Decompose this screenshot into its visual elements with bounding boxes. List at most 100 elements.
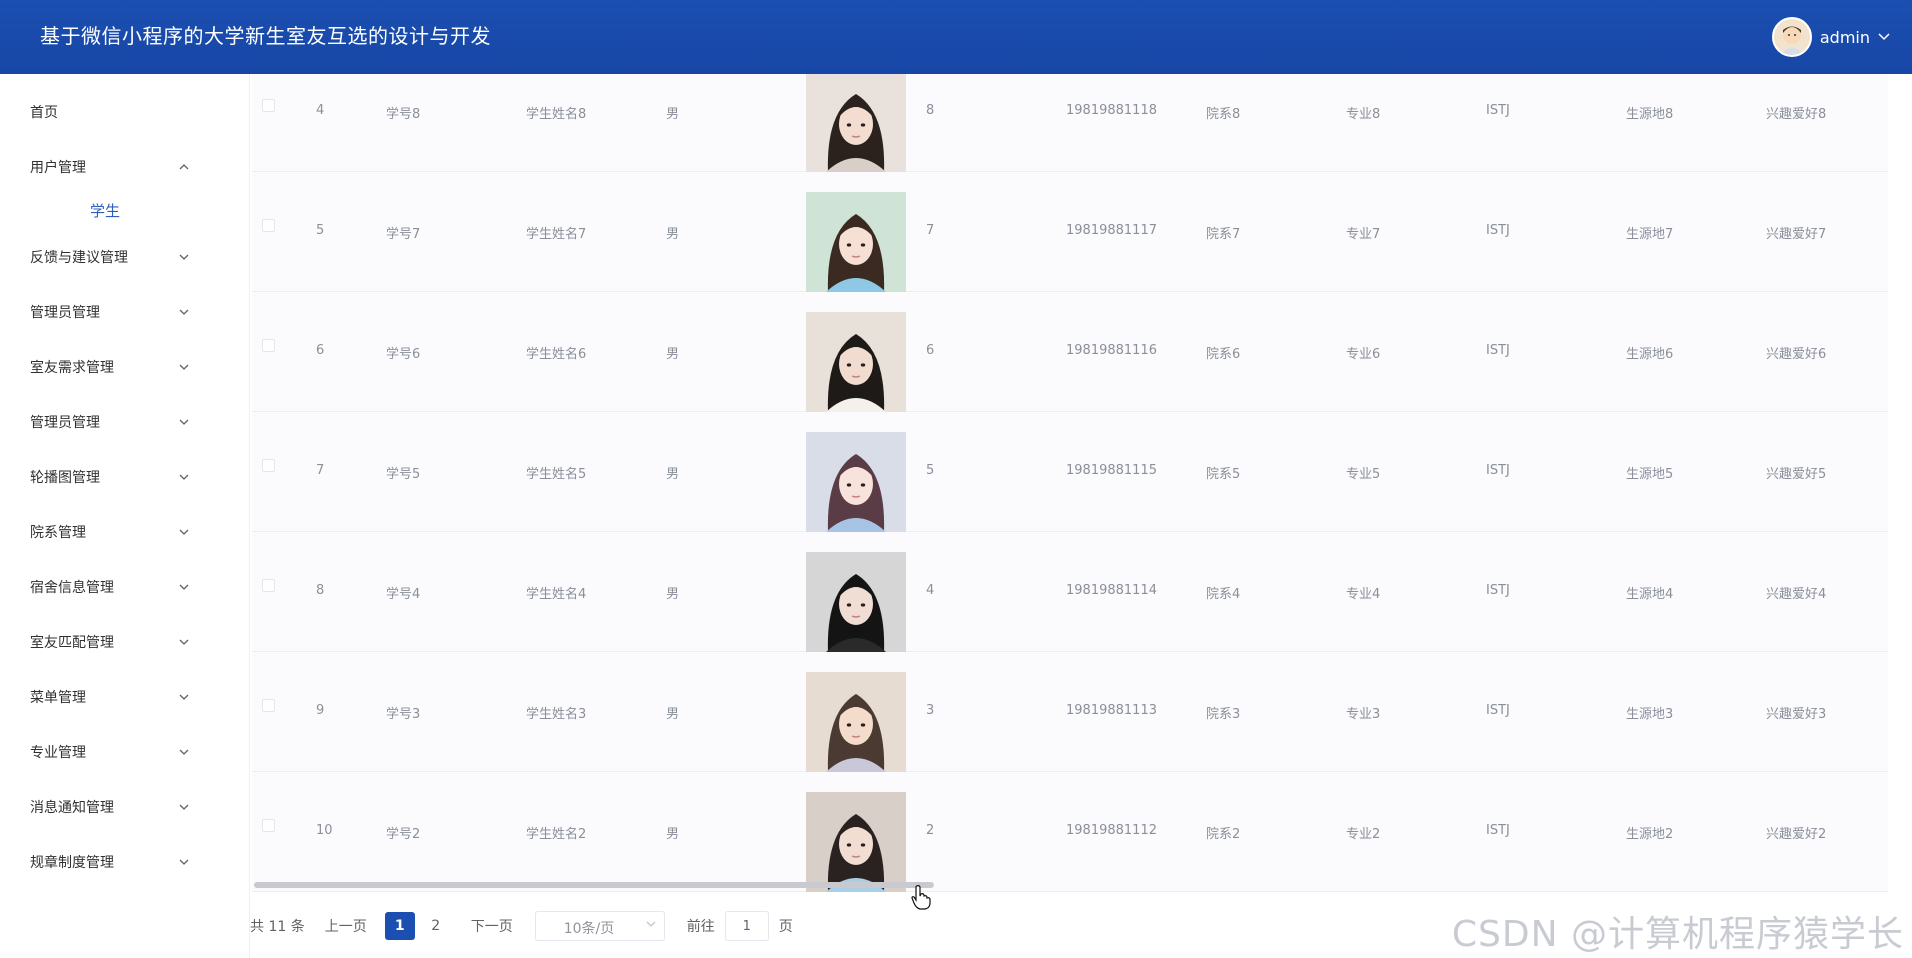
cell-dept: 院系8 [1206, 107, 1241, 122]
sidebar-item-8[interactable]: 宿舍信息管理 [0, 567, 250, 607]
sidebar-item-9[interactable]: 室友匹配管理 [0, 622, 250, 662]
row-checkbox[interactable] [262, 459, 275, 472]
student-photo [806, 672, 906, 772]
sidebar-item-3[interactable]: 管理员管理 [0, 292, 250, 332]
table-row[interactable]: 8 学号4 学生姓名4 男 4 19819881114 院系4 专业4 ISTJ 生源地4 兴趣爱好… [252, 532, 1888, 652]
sidebar-item-4[interactable]: 室友需求管理 [0, 347, 250, 387]
sidebar-item-6[interactable]: 轮播图管理 [0, 457, 250, 497]
cell-student-no: 学号5 [386, 467, 421, 482]
table-row[interactable]: 9 学号3 学生姓名3 男 3 19819881113 院系3 专业3 ISTJ 生源地3 兴趣爱好… [252, 652, 1888, 772]
page-1-button[interactable]: 1 [384, 912, 415, 940]
row-checkbox[interactable] [262, 579, 275, 592]
row-checkbox[interactable] [262, 219, 275, 232]
table-row[interactable]: 5 学号7 学生姓名7 男 7 19819881117 院系7 专业7 ISTJ 生源地7 兴趣爱好… [252, 172, 1888, 292]
avatar[interactable] [1771, 17, 1812, 57]
horizontal-scrollbar[interactable] [254, 882, 934, 888]
table-row[interactable]: 6 学号6 学生姓名6 男 6 19819881116 院系6 专业6 ISTJ 生源地6 兴趣爱好… [252, 292, 1888, 412]
page-size-select[interactable]: 10条/页 [534, 911, 665, 941]
page-word-label: 页 [778, 919, 793, 935]
sidebar-item-label: 院系管理 [30, 525, 86, 541]
cell-name: 学生姓名3 [526, 707, 587, 722]
sidebar-item-label: 管理员管理 [30, 415, 100, 431]
chevron-down-icon [646, 918, 656, 931]
sidebar-subitem-label: 学生 [90, 202, 121, 220]
cell-origin: 生源地2 [1626, 827, 1674, 842]
chevron-down-icon [178, 743, 190, 755]
sidebar-item-1[interactable]: 用户管理 [0, 147, 250, 187]
cell-name: 学生姓名5 [526, 467, 587, 482]
prev-page-button[interactable]: 上一页 [325, 916, 367, 936]
student-photo [806, 74, 906, 172]
table-row[interactable]: 4 学号8 学生姓名8 男 8 19819881118 院系8 专业8 ISTJ 生源地8 兴趣爱好… [252, 74, 1888, 172]
chevron-down-icon[interactable] [1878, 30, 1890, 44]
cell-name: 学生姓名8 [526, 107, 587, 122]
sidebar-item-13[interactable]: 规章制度管理 [0, 842, 250, 882]
cell-student-no: 学号7 [386, 227, 421, 242]
cell-index: 9 [316, 703, 325, 718]
cell-gender: 男 [666, 107, 680, 122]
app-title: 基于微信小程序的大学新生室友互选的设计与开发 [40, 24, 491, 48]
row-checkbox[interactable] [262, 819, 275, 832]
sidebar-item-label: 反馈与建议管理 [30, 250, 128, 266]
sidebar-item-label: 菜单管理 [30, 690, 86, 706]
sidebar-item-0[interactable]: 首页 [0, 92, 250, 132]
top-header: 基于微信小程序的大学新生室友互选的设计与开发 admin [0, 0, 1912, 74]
cell-mbti: ISTJ [1486, 103, 1510, 118]
user-name[interactable]: admin [1820, 28, 1870, 47]
cell-index: 4 [316, 103, 325, 118]
student-photo [806, 312, 906, 412]
sidebar-item-7[interactable]: 院系管理 [0, 512, 250, 552]
row-checkbox[interactable] [262, 339, 275, 352]
cell-dept: 院系4 [1206, 587, 1241, 602]
cell-mbti: ISTJ [1486, 703, 1510, 718]
sidebar-item-label: 消息通知管理 [30, 800, 114, 816]
sidebar-item-11[interactable]: 专业管理 [0, 732, 250, 772]
user-menu[interactable]: admin [1771, 16, 1890, 58]
cell-student-no: 学号2 [386, 827, 421, 842]
next-page-button[interactable]: 下一页 [471, 916, 513, 936]
student-photo [806, 192, 906, 292]
cell-origin: 生源地6 [1626, 347, 1674, 362]
cell-gender: 男 [666, 347, 680, 362]
chevron-down-icon [178, 523, 190, 535]
sidebar-item-2[interactable]: 反馈与建议管理 [0, 237, 250, 277]
cell-major: 专业7 [1346, 227, 1381, 242]
table-row[interactable]: 7 学号5 学生姓名5 男 5 19819881115 院系5 专业5 ISTJ 生源地5 兴趣爱好… [252, 412, 1888, 532]
hand-cursor-icon [910, 884, 932, 910]
cell-n: 4 [926, 583, 935, 598]
cell-dept: 院系6 [1206, 347, 1241, 362]
cell-major: 专业5 [1346, 467, 1381, 482]
cell-phone: 19819881113 [1066, 703, 1157, 718]
chevron-down-icon [178, 413, 190, 425]
sidebar-item-10[interactable]: 菜单管理 [0, 677, 250, 717]
sidebar: 首页 用户管理 学生 反馈与建议管理 管理员管理 室友需求管理 管理员管理 轮播图管理 院系管理… [0, 74, 250, 958]
cell-student-no: 学号8 [386, 107, 421, 122]
cell-dept: 院系5 [1206, 467, 1241, 482]
cell-origin: 生源地4 [1626, 587, 1674, 602]
student-photo [806, 432, 906, 532]
chevron-down-icon [178, 688, 190, 700]
sidebar-subitem-0[interactable]: 学生 [0, 190, 250, 230]
cell-index: 5 [316, 223, 325, 238]
table-row[interactable]: 10 学号2 学生姓名2 男 2 19819881112 院系2 专业2 ISTJ 生源地2 兴趣爱… [252, 772, 1888, 892]
sidebar-item-5[interactable]: 管理员管理 [0, 402, 250, 442]
cell-mbti: ISTJ [1486, 223, 1510, 238]
cell-name: 学生姓名7 [526, 227, 587, 242]
sidebar-item-label: 宿舍信息管理 [30, 580, 114, 596]
student-photo [806, 552, 906, 652]
pagination-total: 共 11 条 [250, 919, 305, 935]
row-checkbox[interactable] [262, 699, 275, 712]
sidebar-item-label: 首页 [30, 105, 58, 121]
cell-dept: 院系7 [1206, 227, 1241, 242]
sidebar-item-12[interactable]: 消息通知管理 [0, 787, 250, 827]
goto-page-input[interactable] [724, 911, 769, 941]
main-content: 4 学号8 学生姓名8 男 8 19819881118 院系8 专业8 ISTJ 生源地8 兴趣爱好… [252, 74, 1912, 958]
cell-student-no: 学号4 [386, 587, 421, 602]
sidebar-item-label: 管理员管理 [30, 305, 100, 321]
cell-index: 8 [316, 583, 325, 598]
page-2-button[interactable]: 2 [421, 912, 451, 940]
row-checkbox[interactable] [262, 99, 275, 112]
cell-gender: 男 [666, 587, 680, 602]
cell-n: 6 [926, 343, 935, 358]
cell-name: 学生姓名2 [526, 827, 587, 842]
